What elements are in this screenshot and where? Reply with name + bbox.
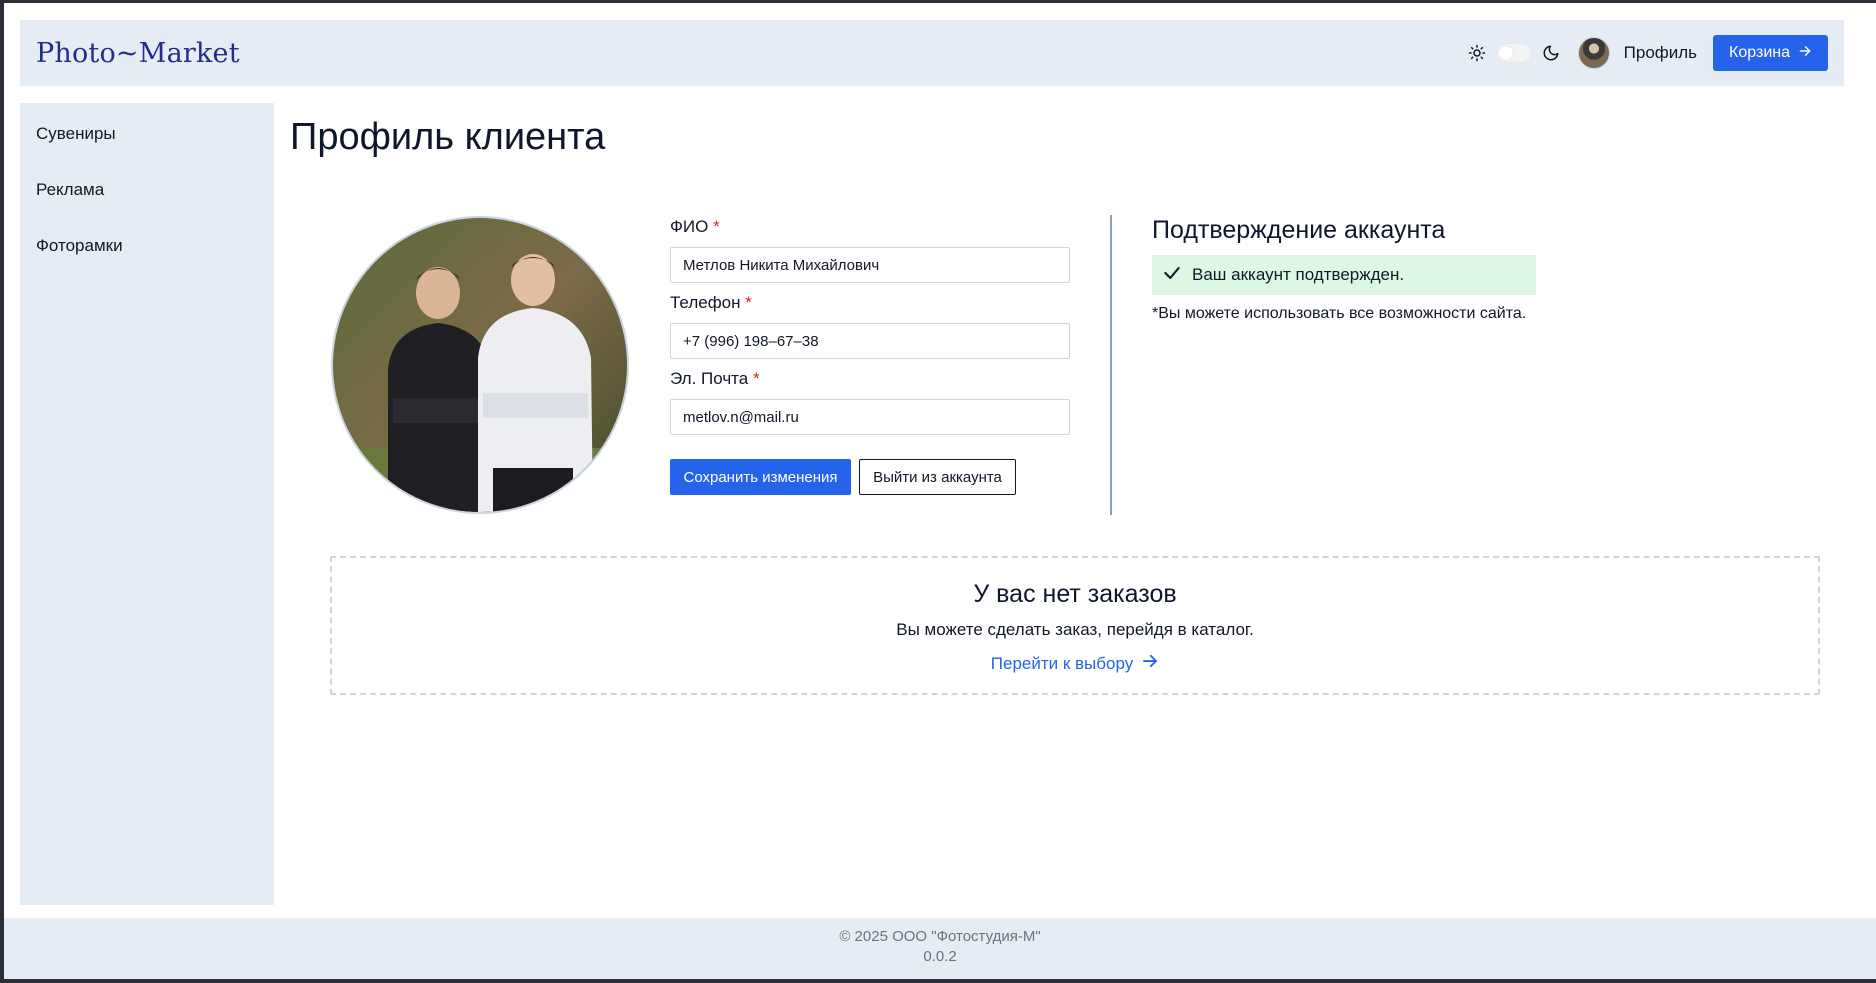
sidebar-item-advertising[interactable]: Реклама	[20, 175, 274, 231]
empty-orders-panel: У вас нет заказов Вы можете сделать зака…	[330, 556, 1820, 695]
email-label: Эл. Почта *	[670, 369, 760, 389]
footer-copyright: © 2025 ООО "Фотостудия-М"	[839, 928, 1041, 945]
header-actions: Профиль Корзина	[1466, 35, 1828, 71]
verification-status-banner: Ваш аккаунт подтвержден.	[1152, 255, 1536, 295]
required-mark: *	[713, 217, 720, 236]
required-mark: *	[745, 293, 752, 312]
vertical-divider	[1110, 215, 1112, 515]
go-to-catalog-label: Перейти к выбору	[990, 653, 1134, 673]
required-mark: *	[752, 369, 760, 388]
window-frame-left	[0, 0, 4, 983]
sun-icon[interactable]	[1466, 42, 1488, 64]
name-input[interactable]	[670, 247, 1070, 283]
arrow-right-icon	[1798, 44, 1812, 63]
save-changes-button[interactable]: Сохранить изменения	[670, 459, 851, 495]
user-avatar[interactable]	[1577, 37, 1610, 69]
check-icon	[1162, 263, 1182, 288]
email-label-text: Эл. Почта	[670, 369, 749, 388]
profile-link[interactable]: Профиль	[1624, 43, 1697, 63]
empty-orders-title: У вас нет заказов	[973, 580, 1177, 608]
footer: © 2025 ООО "Фотостудия-М" 0.0.2	[4, 918, 1876, 979]
logout-button[interactable]: Выйти из аккаунта	[859, 459, 1016, 495]
window-frame-top	[0, 0, 1876, 3]
name-label: ФИО *	[670, 217, 720, 237]
logo[interactable]: Photo~Market	[36, 38, 240, 69]
profile-photo	[331, 216, 629, 514]
name-label-text: ФИО	[670, 217, 709, 236]
go-to-catalog-link[interactable]: Перейти к выбору	[332, 652, 1818, 675]
cart-button-label: Корзина	[1729, 44, 1790, 61]
empty-orders-subtitle: Вы можете сделать заказ, перейдя в катал…	[896, 620, 1254, 639]
verification-note: *Вы можете использовать все возможности …	[1152, 305, 1527, 322]
phone-label-text: Телефон	[670, 293, 741, 312]
theme-toggle[interactable]	[1495, 43, 1532, 63]
verification-title: Подтверждение аккаунта	[1152, 216, 1446, 244]
top-header: Photo~Market Профиль Корзина	[20, 20, 1844, 86]
window-frame-bottom	[0, 979, 1876, 983]
phone-input[interactable]	[670, 323, 1070, 359]
sidebar: Сувениры Реклама Фоторамки	[20, 103, 274, 905]
sidebar-item-souvenirs[interactable]: Сувениры	[20, 119, 274, 175]
arrow-right-icon	[1141, 652, 1159, 675]
page-title: Профиль клиента	[290, 116, 606, 158]
moon-icon[interactable]	[1540, 42, 1562, 64]
verification-status-text: Ваш аккаунт подтвержден.	[1192, 265, 1405, 284]
footer-version: 0.0.2	[923, 948, 957, 965]
sidebar-item-photo-frames[interactable]: Фоторамки	[20, 231, 274, 287]
cart-button[interactable]: Корзина	[1713, 35, 1828, 71]
phone-label: Телефон *	[670, 293, 752, 313]
email-input[interactable]	[670, 399, 1070, 435]
theme-toggle-knob	[1498, 46, 1513, 60]
